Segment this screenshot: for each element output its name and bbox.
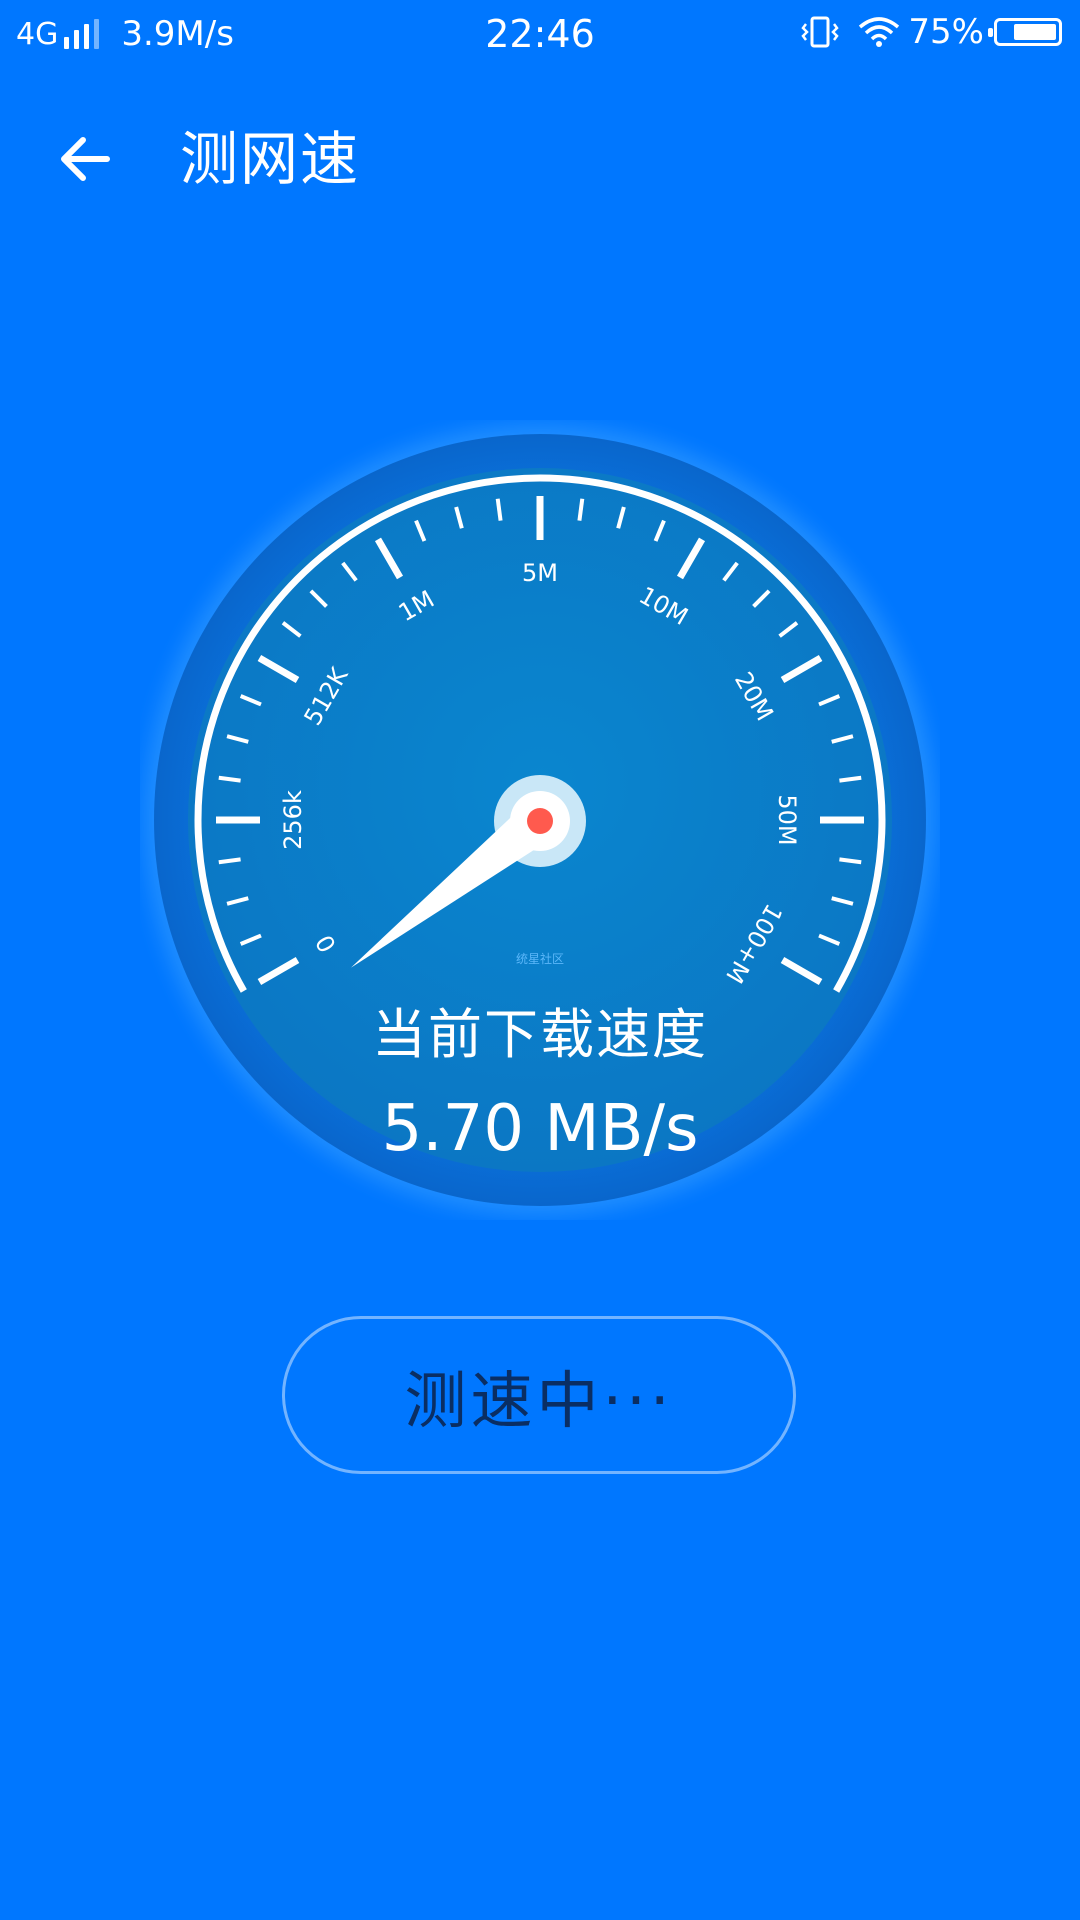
battery-percent: 75% xyxy=(908,12,984,52)
gauge-minor-tick xyxy=(839,857,862,865)
gauge-minor-tick xyxy=(839,775,862,783)
battery-icon xyxy=(988,18,1062,46)
current-speed-label: 当前下载速度 xyxy=(372,1003,708,1066)
gauge-minor-tick xyxy=(218,857,241,865)
arrow-left-icon xyxy=(61,137,110,181)
back-button[interactable] xyxy=(52,126,118,192)
needle-center-dot xyxy=(527,808,553,834)
gauge-scale-label: 256k xyxy=(279,790,307,850)
speed-test-button[interactable]: 测速中··· xyxy=(282,1316,796,1474)
gauge-minor-tick xyxy=(218,775,241,783)
status-bar: 4G 3.9M/s 22:46 75% xyxy=(0,0,1080,74)
current-speed-value: 5.70 MB/s xyxy=(381,1092,699,1166)
speed-gauge: 0 256k 512K 1M 5M 10M 20M 50M 100+M 统星社区 当前下载速度 … xyxy=(140,420,940,1220)
gauge-scale-label: 5M xyxy=(522,559,558,587)
gauge-minor-tick xyxy=(495,498,503,521)
wifi-icon xyxy=(858,15,900,49)
gauge-scale-label: 50M xyxy=(773,794,801,845)
app-header: 测网速 xyxy=(0,108,1080,208)
vibrate-icon xyxy=(800,15,840,49)
gauge-minor-tick xyxy=(577,498,585,521)
watermark-text: 统星社区 xyxy=(515,952,564,966)
status-right: 75% xyxy=(800,12,1062,52)
page-title: 测网速 xyxy=(180,125,361,193)
battery-fill xyxy=(1014,24,1056,40)
